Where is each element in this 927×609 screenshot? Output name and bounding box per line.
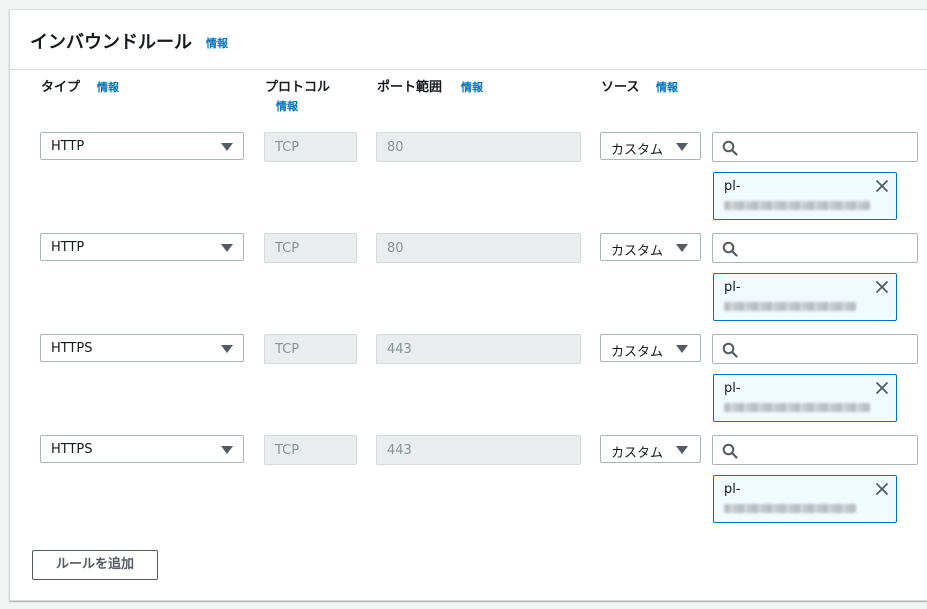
type-select[interactable]: HTTP (40, 233, 244, 261)
port-value: 443 (387, 443, 412, 458)
type-select-value: HTTP (51, 139, 85, 154)
type-select[interactable]: HTTPS (40, 334, 244, 362)
caret-down-icon (221, 244, 233, 252)
token-label: pl- (724, 280, 741, 295)
token-label: pl- (724, 381, 741, 396)
caret-down-icon (221, 446, 233, 454)
panel-title: インバウンドルール (30, 32, 192, 53)
caret-down-icon (676, 446, 688, 454)
source-select[interactable]: カスタム (600, 132, 701, 160)
protocol-field: TCP (264, 132, 357, 162)
prefix-list-token: pl- (713, 172, 897, 220)
source-search-input[interactable] (743, 238, 915, 260)
prefix-list-token: pl- (713, 374, 897, 422)
caret-down-icon (221, 345, 233, 353)
protocol-field: TCP (264, 334, 357, 364)
search-icon (722, 241, 738, 257)
caret-down-icon (676, 345, 688, 353)
column-header-source: ソース (601, 80, 640, 95)
protocol-value: TCP (275, 342, 300, 357)
source-search-input[interactable] (743, 339, 915, 361)
port-range-info-link[interactable]: 情報 (461, 79, 483, 95)
search-icon (722, 342, 738, 358)
protocol-value: TCP (275, 443, 300, 458)
source-select-value: カスタム (611, 345, 664, 360)
source-select-value: カスタム (611, 143, 664, 158)
caret-down-icon (676, 244, 688, 252)
type-select-value: HTTPS (51, 341, 93, 356)
source-select-value: カスタム (611, 244, 664, 259)
close-icon[interactable] (875, 381, 889, 395)
source-select[interactable]: カスタム (600, 233, 701, 261)
source-search-input[interactable] (743, 440, 915, 462)
protocol-field: TCP (264, 233, 357, 263)
inbound-rules-panel: インバウンドルール 情報 タイプ 情報 プロトコル 情報 ポート範囲 情報 ソー… (9, 9, 927, 601)
prefix-list-token: pl- (713, 273, 897, 321)
panel-info-link[interactable]: 情報 (206, 35, 228, 51)
token-label: pl- (724, 179, 741, 194)
port-range-field: 443 (376, 435, 581, 465)
prefix-list-token: pl- (713, 475, 897, 523)
caret-down-icon (221, 143, 233, 151)
port-range-field: 80 (376, 233, 581, 263)
type-select[interactable]: HTTPS (40, 435, 244, 463)
type-select[interactable]: HTTP (40, 132, 244, 160)
protocol-info-link[interactable]: 情報 (276, 98, 298, 114)
protocol-field: TCP (264, 435, 357, 465)
port-value: 80 (387, 140, 404, 155)
add-rule-button[interactable]: ルールを追加 (32, 550, 158, 580)
source-search-box[interactable] (712, 132, 918, 162)
port-range-field: 80 (376, 132, 581, 162)
close-icon[interactable] (875, 482, 889, 496)
type-info-link[interactable]: 情報 (97, 79, 119, 95)
search-icon (722, 140, 738, 156)
source-search-box[interactable] (712, 334, 918, 364)
close-icon[interactable] (875, 280, 889, 294)
token-label: pl- (724, 482, 741, 497)
source-info-link[interactable]: 情報 (656, 79, 678, 95)
column-header-protocol: プロトコル (265, 80, 331, 95)
redacted-text (724, 403, 870, 412)
protocol-value: TCP (275, 140, 300, 155)
source-select-value: カスタム (611, 446, 664, 461)
caret-down-icon (676, 143, 688, 151)
redacted-text (724, 302, 856, 311)
redacted-text (724, 504, 856, 513)
source-select[interactable]: カスタム (600, 334, 701, 362)
source-search-box[interactable] (712, 435, 918, 465)
protocol-value: TCP (275, 241, 300, 256)
column-header-type: タイプ (41, 80, 81, 95)
search-icon (722, 443, 738, 459)
redacted-text (724, 201, 870, 210)
port-value: 443 (387, 342, 412, 357)
panel-header: インバウンドルール 情報 (10, 10, 927, 70)
type-select-value: HTTPS (51, 442, 93, 457)
type-select-value: HTTP (51, 240, 85, 255)
source-search-box[interactable] (712, 233, 918, 263)
source-search-input[interactable] (743, 137, 915, 159)
port-value: 80 (387, 241, 404, 256)
close-icon[interactable] (875, 179, 889, 193)
port-range-field: 443 (376, 334, 581, 364)
source-select[interactable]: カスタム (600, 435, 701, 463)
column-header-port-range: ポート範囲 (377, 80, 443, 95)
